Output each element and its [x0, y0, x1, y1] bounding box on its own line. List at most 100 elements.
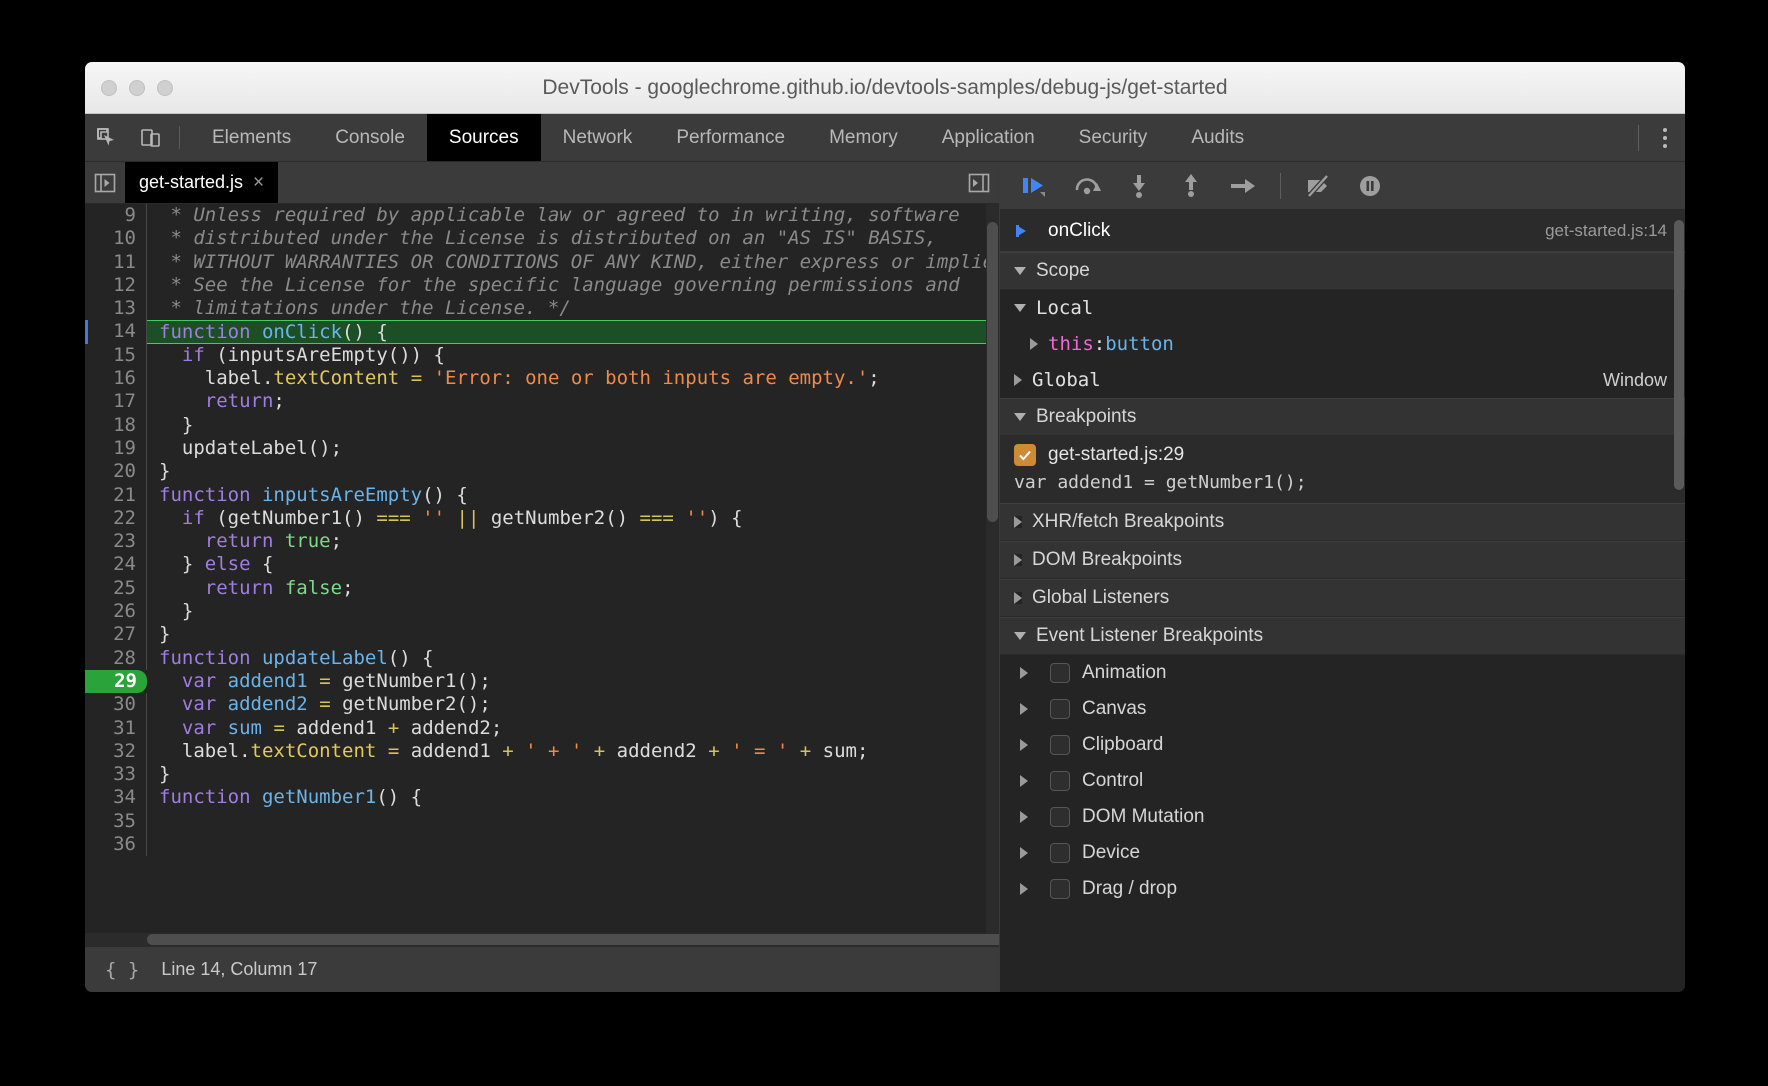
line-number[interactable]: 22 [85, 507, 147, 530]
code-line[interactable]: 21function inputsAreEmpty() { [85, 484, 994, 507]
step-button[interactable] [1220, 166, 1266, 206]
tab-console[interactable]: Console [313, 114, 427, 161]
chevron-right-icon[interactable] [1020, 739, 1028, 751]
line-number[interactable]: 33 [85, 763, 147, 786]
code-editor[interactable]: 9 * Unless required by applicable law or… [85, 204, 999, 946]
event-listener-breakpoint-row[interactable]: Animation [1000, 655, 1685, 691]
event-listener-breakpoint-row[interactable]: Device [1000, 835, 1685, 871]
code-line[interactable]: 35 [85, 810, 994, 833]
close-button[interactable] [101, 80, 117, 96]
zoom-button[interactable] [157, 80, 173, 96]
event-listener-breakpoint-row[interactable]: Drag / drop [1000, 871, 1685, 907]
event-listener-checkbox[interactable] [1050, 771, 1070, 791]
scope-variable-this[interactable]: this: button [1000, 326, 1685, 362]
code-line[interactable]: 29 var addend1 = getNumber1(); [85, 670, 994, 693]
line-number[interactable]: 16 [85, 367, 147, 390]
code-line[interactable]: 31 var sum = addend1 + addend2; [85, 717, 994, 740]
code-line[interactable]: 11 * WITHOUT WARRANTIES OR CONDITIONS OF… [85, 251, 994, 274]
event-listener-checkbox[interactable] [1050, 699, 1070, 719]
line-number[interactable]: 15 [85, 344, 147, 367]
scrollbar-thumb[interactable] [987, 222, 998, 522]
line-number[interactable]: 13 [85, 297, 147, 320]
code-line[interactable]: 23 return true; [85, 530, 994, 553]
code-line[interactable]: 12 * See the License for the specific la… [85, 274, 994, 297]
editor-horizontal-scrollbar[interactable] [85, 933, 999, 946]
code-line[interactable]: 33} [85, 763, 994, 786]
tab-performance[interactable]: Performance [654, 114, 807, 161]
code-line[interactable]: 36 [85, 833, 994, 856]
code-line[interactable]: 19 updateLabel(); [85, 437, 994, 460]
code-line[interactable]: 27} [85, 623, 994, 646]
editor-vertical-scrollbar[interactable] [986, 204, 999, 946]
step-over-next-function-call-button[interactable] [1064, 166, 1110, 206]
code-line[interactable]: 24 } else { [85, 553, 994, 576]
line-number[interactable]: 18 [85, 414, 147, 437]
line-number[interactable]: 10 [85, 227, 147, 250]
line-number[interactable]: 17 [85, 390, 147, 413]
line-number[interactable]: 27 [85, 623, 147, 646]
show-navigator-icon[interactable] [85, 162, 125, 203]
close-icon[interactable]: × [253, 172, 264, 194]
line-number[interactable]: 30 [85, 693, 147, 716]
more-options-icon[interactable] [1645, 128, 1685, 148]
code-line[interactable]: 34function getNumber1() { [85, 786, 994, 809]
breakpoint-gutter-marker[interactable]: 29 [85, 670, 147, 693]
code-line[interactable]: 16 label.textContent = 'Error: one or bo… [85, 367, 994, 390]
line-number[interactable]: 25 [85, 577, 147, 600]
inspect-element-icon[interactable] [85, 114, 129, 161]
tab-audits[interactable]: Audits [1169, 114, 1266, 161]
section-breakpoints[interactable]: Breakpoints [1000, 398, 1685, 436]
call-stack-frame[interactable]: onClick get-started.js:14 [1000, 210, 1685, 252]
line-number[interactable]: 34 [85, 786, 147, 809]
tab-elements[interactable]: Elements [190, 114, 313, 161]
breakpoint-checkbox[interactable] [1014, 444, 1036, 466]
code-line[interactable]: 22 if (getNumber1() === '' || getNumber2… [85, 507, 994, 530]
code-line[interactable]: 13 * limitations under the License. */ [85, 297, 994, 320]
debugger-sections-scroll[interactable]: onClick get-started.js:14 Scope Local th… [1000, 210, 1685, 992]
line-number[interactable]: 12 [85, 274, 147, 297]
section-scope[interactable]: Scope [1000, 252, 1685, 290]
tab-application[interactable]: Application [920, 114, 1057, 161]
scrollbar-thumb[interactable] [147, 934, 999, 945]
code-line[interactable]: 30 var addend2 = getNumber2(); [85, 693, 994, 716]
tab-network[interactable]: Network [541, 114, 655, 161]
code-line[interactable]: 25 return false; [85, 577, 994, 600]
line-number[interactable]: 23 [85, 530, 147, 553]
scope-global-header[interactable]: Global Window [1000, 362, 1685, 398]
chevron-right-icon[interactable] [1020, 847, 1028, 859]
line-number[interactable]: 20 [85, 460, 147, 483]
section-global-listeners[interactable]: Global Listeners [1000, 579, 1685, 617]
line-number[interactable]: 35 [85, 810, 147, 833]
tab-memory[interactable]: Memory [807, 114, 920, 161]
tab-security[interactable]: Security [1057, 114, 1170, 161]
code-line[interactable]: 9 * Unless required by applicable law or… [85, 204, 994, 227]
resume-script-execution-button[interactable] [1012, 166, 1058, 206]
chevron-right-icon[interactable] [1020, 667, 1028, 679]
code-line[interactable]: 26 } [85, 600, 994, 623]
line-number[interactable]: 26 [85, 600, 147, 623]
section-event-listener-breakpoints[interactable]: Event Listener Breakpoints [1000, 617, 1685, 655]
code-line[interactable]: 14function onClick() { [85, 320, 994, 343]
event-listener-checkbox[interactable] [1050, 735, 1070, 755]
code-line[interactable]: 28function updateLabel() { [85, 647, 994, 670]
event-listener-breakpoint-row[interactable]: DOM Mutation [1000, 799, 1685, 835]
event-listener-breakpoint-row[interactable]: Canvas [1000, 691, 1685, 727]
code-line[interactable]: 10 * distributed under the License is di… [85, 227, 994, 250]
code-line[interactable]: 17 return; [85, 390, 994, 413]
line-number[interactable]: 9 [85, 204, 147, 227]
event-listener-checkbox[interactable] [1050, 807, 1070, 827]
section-dom-breakpoints[interactable]: DOM Breakpoints [1000, 541, 1685, 579]
debugger-vertical-scrollbar[interactable] [1673, 210, 1685, 992]
line-number[interactable]: 14 [85, 320, 147, 343]
line-number[interactable]: 19 [85, 437, 147, 460]
event-listener-breakpoint-row[interactable]: Control [1000, 763, 1685, 799]
scope-local-header[interactable]: Local [1000, 290, 1685, 326]
line-number[interactable]: 24 [85, 553, 147, 576]
line-number[interactable]: 31 [85, 717, 147, 740]
minimize-button[interactable] [129, 80, 145, 96]
pretty-print-icon[interactable]: { } [105, 959, 139, 981]
deactivate-breakpoints-button[interactable] [1295, 166, 1341, 206]
chevron-right-icon[interactable] [1020, 811, 1028, 823]
tab-sources[interactable]: Sources [427, 114, 541, 161]
code-line[interactable]: 20} [85, 460, 994, 483]
